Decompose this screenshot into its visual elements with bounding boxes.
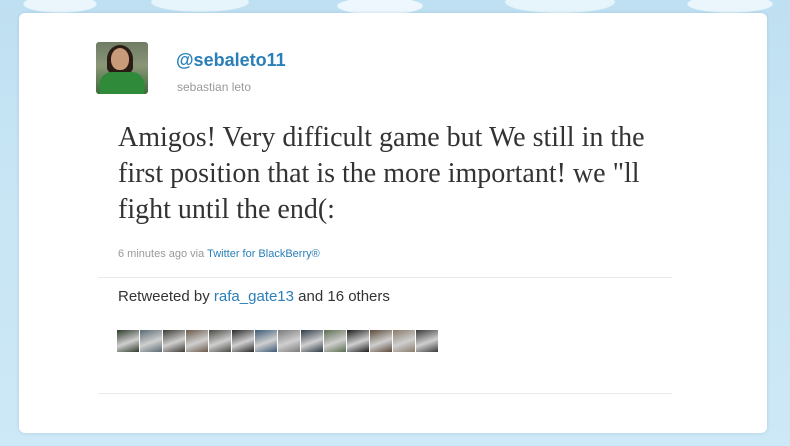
retweeter-avatar[interactable] bbox=[393, 330, 415, 352]
timestamp-link[interactable]: 6 minutes ago bbox=[118, 248, 187, 260]
retweeted-by-label: Retweeted by bbox=[118, 288, 210, 305]
via-label: via bbox=[190, 248, 205, 260]
retweeted-by: Retweeted by rafa_gate13 and 16 others bbox=[118, 288, 390, 305]
retweeter-avatar[interactable] bbox=[324, 330, 346, 352]
retweeter-avatar[interactable] bbox=[232, 330, 254, 352]
retweeter-avatar[interactable] bbox=[370, 330, 392, 352]
retweeter-avatar[interactable] bbox=[301, 330, 323, 352]
divider-bottom bbox=[98, 393, 672, 394]
retweeter-avatar[interactable] bbox=[278, 330, 300, 352]
retweeter-avatar[interactable] bbox=[140, 330, 162, 352]
avatar[interactable] bbox=[96, 42, 148, 94]
divider-top bbox=[98, 277, 672, 278]
retweeter-avatar[interactable] bbox=[347, 330, 369, 352]
tweet-meta: 6 minutes ago via Twitter for BlackBerry… bbox=[118, 248, 320, 260]
client-link[interactable]: Twitter for BlackBerry® bbox=[207, 248, 320, 260]
retweeter-avatar[interactable] bbox=[255, 330, 277, 352]
retweeter-avatar[interactable] bbox=[163, 330, 185, 352]
username-link[interactable]: @sebaleto11 bbox=[176, 50, 286, 71]
full-name: sebastian leto bbox=[177, 80, 252, 94]
retweeter-link[interactable]: rafa_gate13 bbox=[214, 288, 294, 305]
tweet-text: Amigos! Very difficult game but We still… bbox=[118, 122, 645, 225]
retweeter-avatar[interactable] bbox=[416, 330, 438, 352]
avatar-shirt bbox=[100, 72, 144, 94]
avatar-face bbox=[111, 48, 129, 70]
retweeter-avatar[interactable] bbox=[186, 330, 208, 352]
retweet-count: and 16 others bbox=[298, 288, 390, 305]
retweeter-avatar[interactable] bbox=[117, 330, 139, 352]
retweeter-avatars bbox=[117, 330, 438, 352]
retweeter-avatar[interactable] bbox=[209, 330, 231, 352]
